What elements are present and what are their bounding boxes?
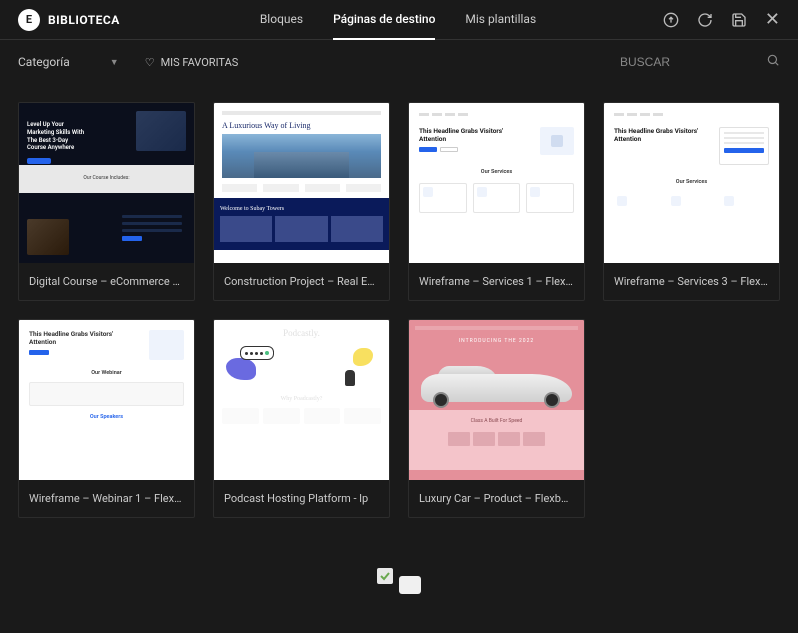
close-icon[interactable]: ✕ <box>765 9 780 30</box>
template-title: Podcast Hosting Platform - lp <box>214 480 389 517</box>
thumb-subhead: Our Services <box>419 169 574 175</box>
template-title: Wireframe – Services 1 – Flexbox - lp <box>409 263 584 300</box>
template-title: Luxury Car – Product – Flexbox - lp <box>409 480 584 517</box>
thumb-heading: A Luxurious Way of Living <box>222 121 381 130</box>
template-title: Digital Course – eCommerce – Flexb… <box>19 263 194 300</box>
thumb-heading: Podcastly. <box>222 328 381 338</box>
template-card[interactable]: A Luxurious Way of Living Welcome to Sub… <box>213 102 390 301</box>
chevron-down-icon: ▼ <box>110 57 119 68</box>
my-favorites-button[interactable]: ♡ MIS FAVORITAS <box>145 56 239 69</box>
thumb-heading: This Headline Grabs Visitors' Attention <box>29 330 139 346</box>
save-icon[interactable] <box>731 12 747 28</box>
brand-logo-icon: E <box>18 9 40 31</box>
template-title: Wireframe – Webinar 1 – Flexbox - lp <box>19 480 194 517</box>
upload-icon[interactable] <box>663 12 679 28</box>
thumb-heading: INTRODUCING THE 2022 <box>409 336 584 350</box>
template-card[interactable]: Podcastly. Why Poadcastly? Podcast Hosti… <box>213 319 390 518</box>
thumb-subhead: Welcome to Subay Towers <box>220 206 284 212</box>
thumb-subhead: Our Course Includes: <box>19 165 194 193</box>
header-bar: E BIBLIOTECA Bloques Páginas de destino … <box>0 0 798 40</box>
template-thumbnail: This Headline Grabs Visitors' Attention … <box>19 320 194 480</box>
heart-icon: ♡ <box>145 56 155 69</box>
brand: E BIBLIOTECA <box>18 9 120 31</box>
template-thumbnail: This Headline Grabs Visitors' Attention … <box>604 103 779 263</box>
template-thumbnail: This Headline Grabs Visitors' Attention … <box>409 103 584 263</box>
thumb-heading: This Headline Grabs Visitors' Attention <box>419 127 530 143</box>
template-title: Construction Project – Real Estate – … <box>214 263 389 300</box>
template-title: Wireframe – Services 3 – Flexbox - lp <box>604 263 779 300</box>
search-icon[interactable] <box>766 53 780 71</box>
template-grid: Level Up Your Marketing Skills With The … <box>0 84 798 536</box>
tab-blocks[interactable]: Bloques <box>260 0 303 40</box>
toolbar: Categoría ▼ ♡ MIS FAVORITAS <box>0 40 798 84</box>
template-card[interactable]: Level Up Your Marketing Skills With The … <box>18 102 195 301</box>
template-card[interactable]: This Headline Grabs Visitors' Attention … <box>603 102 780 301</box>
thumb-subhead: Our Services <box>614 179 769 185</box>
search-input[interactable] <box>620 55 760 69</box>
template-thumbnail: Level Up Your Marketing Skills With The … <box>19 103 194 263</box>
thumb-subhead: Our Webinar <box>29 370 184 376</box>
header-actions: ✕ <box>663 9 780 30</box>
template-card[interactable]: This Headline Grabs Visitors' Attention … <box>18 319 195 518</box>
thumb-heading: Level Up Your Marketing Skills With The … <box>27 121 87 152</box>
thumb-subhead: Why Poadcastly? <box>222 396 381 402</box>
brand-title: BIBLIOTECA <box>48 13 120 27</box>
category-dropdown[interactable]: Categoría ▼ <box>18 55 119 69</box>
thumb-subhead: Class A Built For Speed <box>471 418 523 424</box>
tab-my-templates[interactable]: Mis plantillas <box>465 0 536 40</box>
favorites-label: MIS FAVORITAS <box>161 56 239 69</box>
template-card[interactable]: INTRODUCING THE 2022 Class A Built For S… <box>408 319 585 518</box>
template-thumbnail: Podcastly. Why Poadcastly? <box>214 320 389 480</box>
template-card[interactable]: This Headline Grabs Visitors' Attention … <box>408 102 585 301</box>
footer-illustration <box>0 536 798 596</box>
thumb-heading: This Headline Grabs Visitors' Attention <box>614 127 709 143</box>
template-thumbnail: A Luxurious Way of Living Welcome to Sub… <box>214 103 389 263</box>
category-label: Categoría <box>18 55 70 69</box>
search-wrap <box>620 53 780 71</box>
library-tabs: Bloques Páginas de destino Mis plantilla… <box>260 0 536 40</box>
tab-landing-pages[interactable]: Páginas de destino <box>333 0 435 40</box>
sync-icon[interactable] <box>697 12 713 28</box>
thumb-subhead: Our Speakers <box>29 414 184 420</box>
template-thumbnail: INTRODUCING THE 2022 Class A Built For S… <box>409 320 584 480</box>
